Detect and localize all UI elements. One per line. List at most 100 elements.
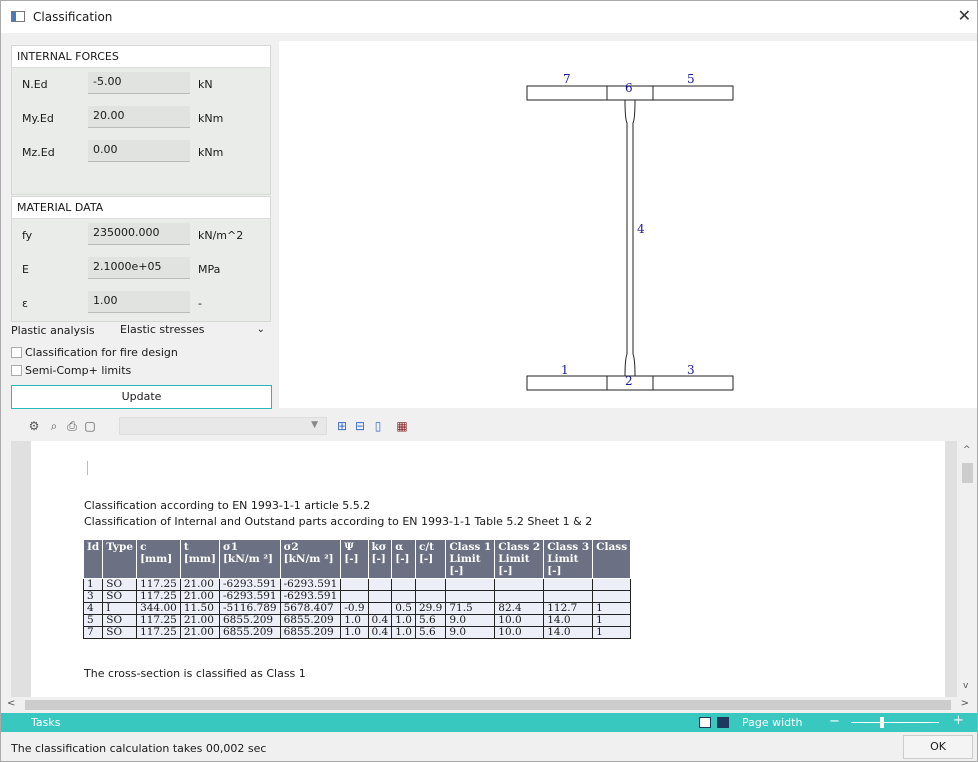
myed-field[interactable]: 20.00 [88, 106, 190, 128]
scroll-up-icon[interactable]: ^ [963, 445, 971, 455]
header-text: σ2 [283, 541, 299, 553]
title-bar: Classification ✕ [1, 1, 977, 33]
scroll-right-icon[interactable]: > [961, 698, 969, 709]
semi-comp-label: Semi-Comp+ limits [25, 364, 132, 377]
zoom-slider-handle[interactable] [880, 717, 884, 728]
part-label-4: 4 [637, 222, 645, 236]
header-text: [mm] [183, 553, 216, 565]
table-cell: 5.6 [414, 626, 447, 639]
table-header-cell: Type [102, 539, 138, 579]
split-view-icon[interactable] [717, 717, 729, 728]
zoom-slider-track[interactable] [851, 722, 939, 723]
table-cell: 9.0 [445, 626, 496, 639]
split-layout-icon[interactable]: ⊟ [353, 419, 367, 433]
table-cell: 6855.209 [279, 626, 342, 639]
part-label-7: 7 [563, 72, 571, 86]
header-text: Class [596, 541, 628, 553]
table-header-cell: c [mm] [136, 539, 181, 579]
epsilon-field[interactable]: 1.00 [88, 291, 190, 313]
print-icon[interactable]: ⎙ [65, 419, 79, 433]
vertical-scroll-thumb[interactable] [962, 463, 973, 483]
header-text: Type [106, 541, 134, 553]
table-cell: 117.25 [136, 614, 181, 627]
table-header-cell: Class 1 Limit [-] [445, 539, 496, 579]
semi-comp-checkbox-box[interactable] [11, 365, 22, 376]
header-text: [-] [371, 553, 386, 565]
table-cell: 117.25 [136, 626, 181, 639]
web-right-edge [632, 99, 636, 377]
table-cell: -0.9 [340, 602, 369, 615]
ned-row: N.Ed -5.00 kN [12, 68, 270, 102]
table-cell [414, 590, 447, 603]
plastic-analysis-label: Plastic analysis [11, 324, 95, 337]
header-text: [-] [498, 565, 513, 577]
table-cell: 21.00 [179, 590, 220, 603]
table-cell: -6293.591 [218, 590, 281, 603]
material-data-group: MATERIAL DATA fy 235000.000 kN/m^2 E 2.1… [11, 196, 271, 322]
epsilon-row: ε 1.00 - [12, 287, 270, 321]
table-cell [391, 578, 416, 591]
single-page-icon[interactable]: ▯ [371, 419, 385, 433]
search-icon[interactable]: ⌕ [47, 419, 61, 433]
zoom-in-icon[interactable]: + [953, 713, 964, 728]
header-text: [-] [449, 565, 464, 577]
table-cell [543, 590, 594, 603]
update-button[interactable]: Update [11, 385, 272, 409]
table-cell: 5 [82, 614, 104, 627]
header-text: [-] [547, 565, 562, 577]
table-cell [592, 578, 632, 591]
tasks-label[interactable]: Tasks [31, 716, 60, 729]
classification-dialog: Classification ✕ INTERNAL FORCES N.Ed -5… [0, 0, 978, 762]
ok-button[interactable]: OK [903, 735, 973, 759]
classification-table: Id Type c [mm] t [mm] σ1 [kN/m ²] σ2 [kN/m ²] Ψ [-]… [82, 539, 632, 639]
close-icon[interactable]: ✕ [958, 6, 971, 25]
report-combo[interactable]: ▼ [119, 417, 327, 435]
table-cell: I [102, 602, 138, 615]
table-cell: SO [102, 578, 138, 591]
fy-field[interactable]: 235000.000 [88, 223, 190, 245]
chevron-down-icon: ▼ [311, 420, 318, 430]
table-cell: SO [102, 590, 138, 603]
mzed-label: Mz.Ed [22, 146, 55, 159]
table-cell: 0.5 [391, 602, 416, 615]
table-icon[interactable]: ▦ [395, 419, 409, 433]
e-label: E [22, 263, 29, 276]
horizontal-scrollbar[interactable]: < > [1, 697, 977, 713]
table-cell: 6855.209 [279, 614, 342, 627]
tasks-bar: Tasks Page width − + [1, 713, 977, 732]
page-width-label[interactable]: Page width [742, 716, 802, 729]
table-cell: -6293.591 [218, 578, 281, 591]
horizontal-scroll-thumb[interactable] [25, 700, 951, 710]
mzed-field[interactable]: 0.00 [88, 140, 190, 162]
table-cell: 344.00 [136, 602, 181, 615]
zoom-out-icon[interactable]: − [829, 714, 840, 729]
report-line-table: Classification of Internal and Outstand … [84, 515, 593, 528]
header-text: [-] [395, 553, 410, 565]
grid-layout-icon[interactable]: ⊞ [335, 419, 349, 433]
e-field[interactable]: 2.1000e+05 [88, 257, 190, 279]
fire-design-checkbox-box[interactable] [11, 347, 22, 358]
vertical-scrollbar[interactable]: ^ v [957, 441, 977, 697]
table-cell: 1.0 [391, 614, 416, 627]
table-cell: 1 [592, 614, 632, 627]
mzed-row: Mz.Ed 0.00 kNm [12, 136, 270, 170]
scroll-left-icon[interactable]: < [7, 698, 15, 709]
table-cell: 5.6 [414, 614, 447, 627]
table-cell [592, 590, 632, 603]
gear-icon[interactable]: ⚙ [27, 419, 41, 433]
table-cell [367, 578, 393, 591]
plastic-analysis-select[interactable]: Elastic stresses ⌄ [116, 321, 271, 339]
header-text: [kN/m ²] [222, 553, 273, 565]
table-cell: 10.0 [494, 614, 545, 627]
cross-section-preview: 7 6 5 4 1 2 3 [279, 41, 977, 408]
table-cell: 1.0 [340, 614, 369, 627]
report-viewport: Classification according to EN 1993-1-1 … [11, 441, 977, 697]
ned-field[interactable]: -5.00 [88, 72, 190, 94]
grid-view-icon[interactable] [699, 717, 711, 728]
header-text: Class 1 [449, 541, 492, 553]
table-cell: 3 [82, 590, 104, 603]
scroll-down-icon[interactable]: v [963, 681, 968, 691]
table-row: 5 SO 117.25 21.00 6855.209 6855.209 1.0 0.4 1.0 5… [82, 614, 632, 627]
table-cell [445, 578, 496, 591]
preview-icon[interactable]: ▢ [83, 419, 97, 433]
